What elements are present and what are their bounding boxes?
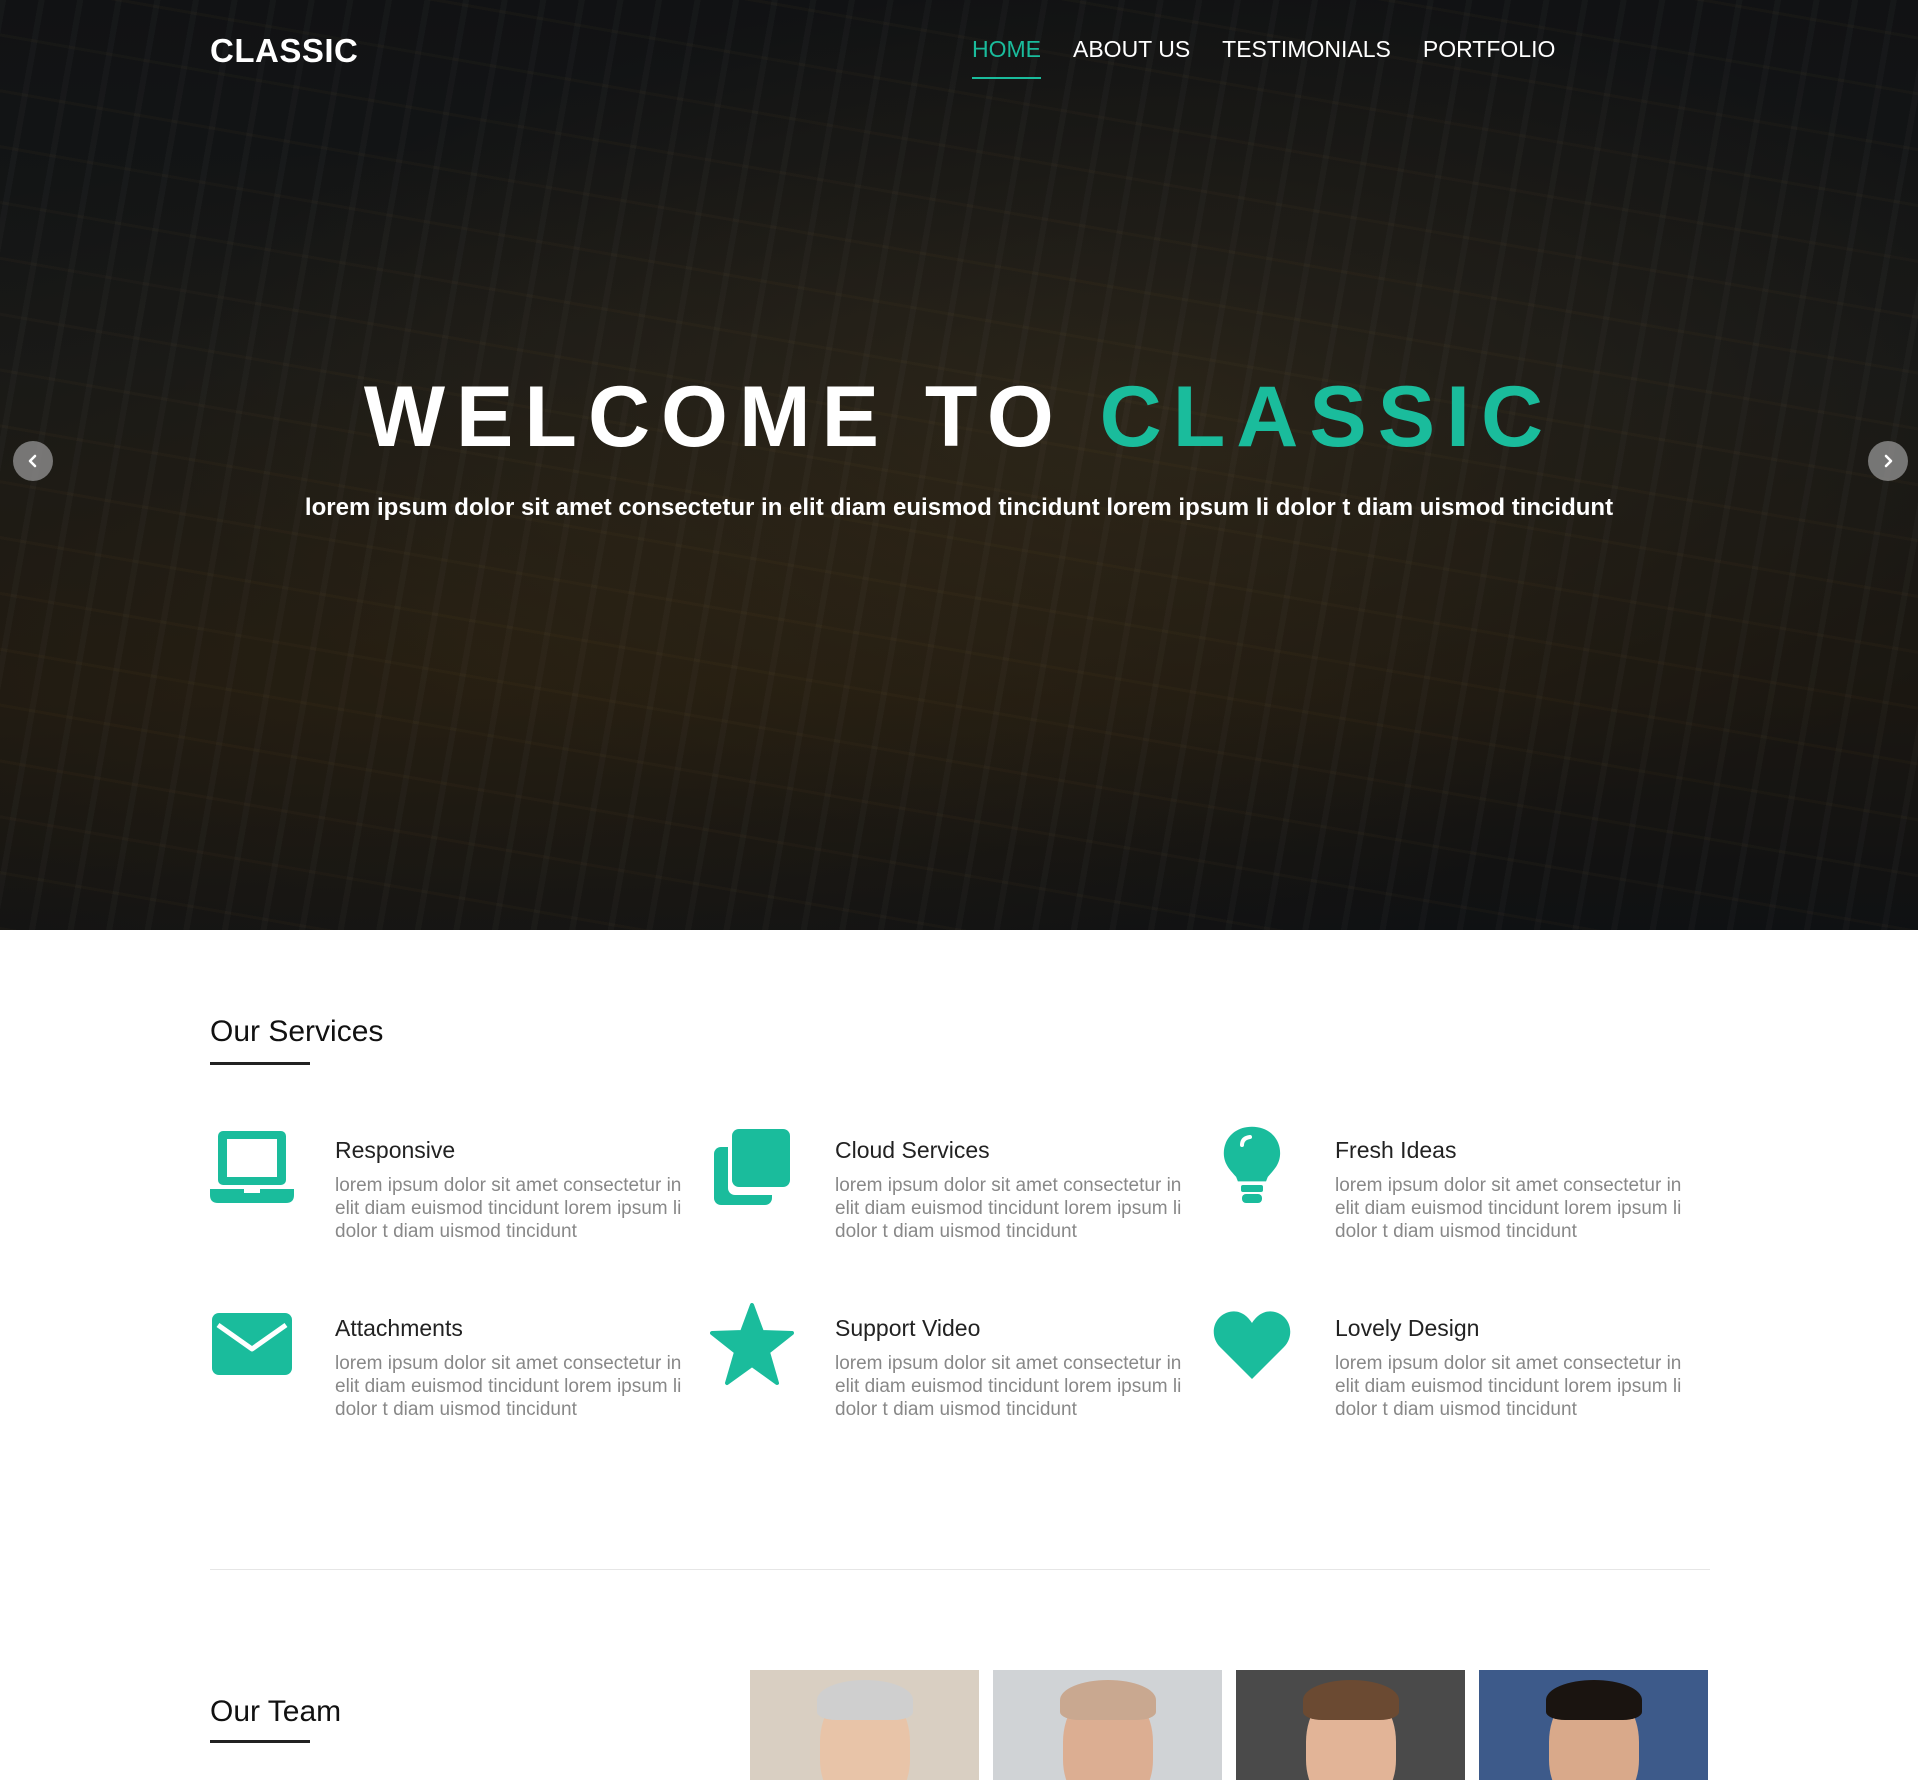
envelope-icon [210, 1303, 294, 1387]
nav-item-home[interactable]: HOME [972, 36, 1041, 79]
lightbulb-icon [1210, 1125, 1294, 1209]
service-title: Lovely Design [1335, 1315, 1480, 1341]
team-member-photo-4[interactable] [1479, 1670, 1708, 1780]
service-title: Responsive [335, 1137, 456, 1163]
service-description: lorem ipsum dolor sit amet consectetur i… [335, 1353, 682, 1420]
nav-item-testimonials[interactable]: TESTIMONIALS [1222, 36, 1391, 79]
laptop-icon [210, 1125, 294, 1209]
service-card-support-video: Support Video lorem ipsum dolor sit amet… [710, 1298, 1210, 1428]
service-card-responsive: Responsive lorem ipsum dolor sit amet co… [210, 1120, 710, 1250]
service-description: lorem ipsum dolor sit amet consectetur i… [1335, 1353, 1682, 1420]
service-description: lorem ipsum dolor sit amet consectetur i… [335, 1175, 682, 1242]
service-card-fresh-ideas: Fresh Ideas lorem ipsum dolor sit amet c… [1210, 1120, 1710, 1250]
services-title-underline [210, 1062, 310, 1065]
hero-subtitle: lorem ipsum dolor sit amet consectetur i… [304, 494, 1614, 521]
services-title: Our Services [210, 1015, 384, 1048]
service-description: lorem ipsum dolor sit amet consectetur i… [835, 1175, 1182, 1242]
clone-icon [710, 1125, 794, 1209]
service-title: Fresh Ideas [1335, 1137, 1457, 1163]
team-member-photo-3[interactable] [1236, 1670, 1465, 1780]
nav-item-about-us[interactable]: ABOUT US [1073, 36, 1190, 79]
team-title-underline [210, 1740, 310, 1743]
hero-section: CLASSIC HOME ABOUT US TESTIMONIALS PORTF… [0, 0, 1918, 930]
nav-item-portfolio[interactable]: PORTFOLIO [1423, 36, 1556, 79]
team-member-photo-2[interactable] [993, 1670, 1222, 1780]
hero-title: WELCOME TO CLASSIC [0, 368, 1918, 467]
hero-title-prefix: WELCOME TO [363, 369, 1065, 465]
main-menu: HOME ABOUT US TESTIMONIALS PORTFOLIO [972, 36, 1555, 79]
service-description: lorem ipsum dolor sit amet consectetur i… [1335, 1175, 1682, 1242]
team-title: Our Team [210, 1695, 342, 1728]
heart-icon [1210, 1303, 1294, 1387]
service-description: lorem ipsum dolor sit amet consectetur i… [835, 1353, 1182, 1420]
services-grid: Responsive lorem ipsum dolor sit amet co… [210, 1120, 1710, 1428]
team-member-photo-1[interactable] [750, 1670, 979, 1780]
section-divider [210, 1569, 1710, 1570]
brand-logo[interactable]: CLASSIC [210, 32, 358, 70]
service-card-lovely-design: Lovely Design lorem ipsum dolor sit amet… [1210, 1298, 1710, 1428]
team-photos [750, 1670, 1708, 1780]
top-navbar: CLASSIC HOME ABOUT US TESTIMONIALS PORTF… [0, 0, 1918, 100]
hero-title-accent: CLASSIC [1099, 369, 1555, 465]
service-title: Attachments [335, 1315, 463, 1341]
service-title: Support Video [835, 1315, 981, 1341]
service-card-attachments: Attachments lorem ipsum dolor sit amet c… [210, 1298, 710, 1428]
service-card-cloud-services: Cloud Services lorem ipsum dolor sit ame… [710, 1120, 1210, 1250]
service-title: Cloud Services [835, 1137, 990, 1163]
star-icon [710, 1303, 794, 1387]
